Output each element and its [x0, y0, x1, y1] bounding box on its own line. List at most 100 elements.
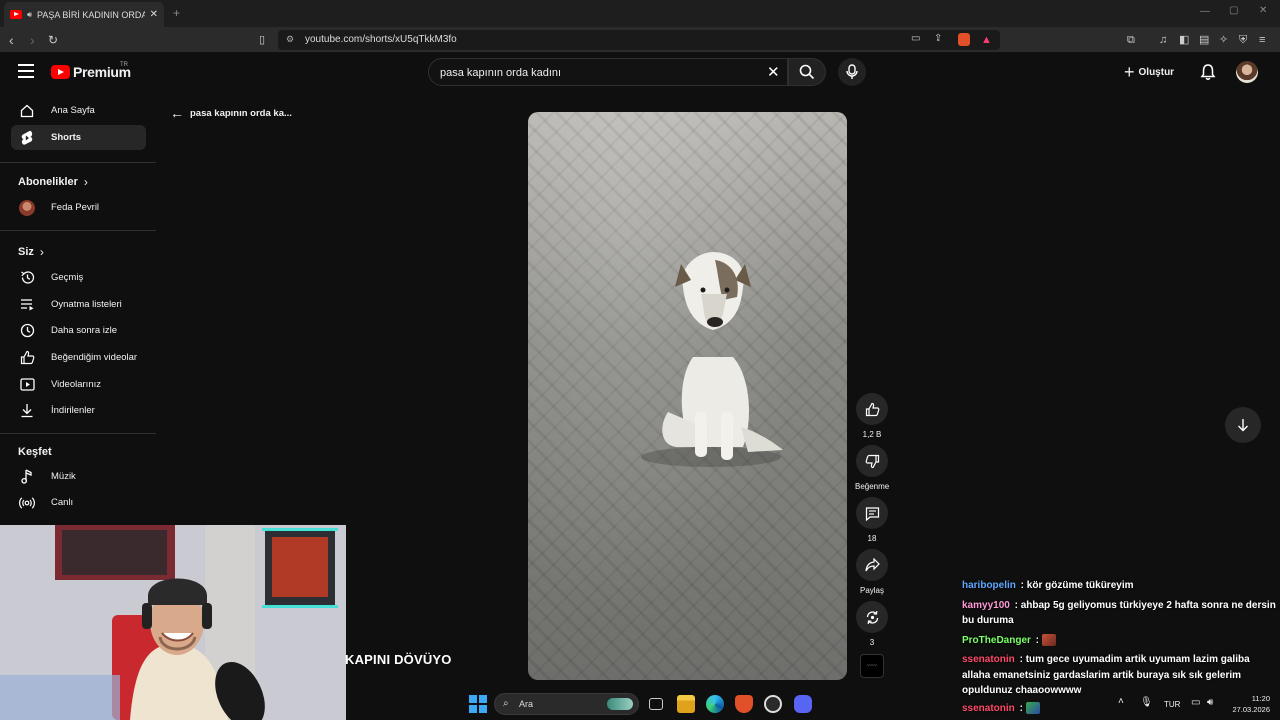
- close-window-icon[interactable]: ✕: [1259, 5, 1267, 16]
- sidebar-item-downloads[interactable]: İndirilenler: [11, 398, 146, 423]
- discord-icon[interactable]: [794, 695, 812, 713]
- back-to-search-link[interactable]: ← pasa kapının orda ka...: [170, 105, 292, 121]
- shorts-video-player[interactable]: [528, 112, 847, 680]
- leo-ai-icon[interactable]: ✧: [1219, 33, 1228, 47]
- dislike-action[interactable]: Beğenme: [855, 445, 889, 491]
- url-text: youtube.com/shorts/xU5qTkkM3fo: [305, 34, 457, 45]
- site-info-icon[interactable]: ⚙︎: [286, 34, 294, 45]
- remix-icon: [866, 610, 878, 624]
- file-explorer-icon[interactable]: [677, 695, 695, 713]
- thumbs-down-icon: [865, 454, 879, 468]
- clear-search-icon[interactable]: ✕: [767, 63, 780, 81]
- search-button[interactable]: [788, 58, 826, 86]
- brave-shield-icon[interactable]: [958, 33, 970, 46]
- new-tab-icon[interactable]: +: [173, 6, 180, 20]
- sidebar-item-liked-videos[interactable]: Beğendiğim videolar: [11, 345, 146, 370]
- explore-heading-label: Keşfet: [18, 446, 52, 458]
- chat-message: ssenatonin : tum gece uyumadim artik uyu…: [962, 654, 1250, 696]
- volume-icon[interactable]: 🔊︎: [1207, 697, 1213, 708]
- taskbar-clock[interactable]: 11:20 27.03.2026: [1226, 693, 1270, 715]
- taskbar-search-input[interactable]: ⌕ Ara: [494, 693, 639, 715]
- you-heading-label: Siz: [18, 246, 34, 258]
- close-tab-icon[interactable]: ✕: [150, 9, 158, 20]
- tab-title: PAŞA BİRİ KADININ ORDA KA: [37, 9, 145, 20]
- youtube-favicon-icon: [10, 10, 22, 19]
- windows-start-icon[interactable]: [469, 695, 487, 713]
- like-action[interactable]: 1,2 B: [855, 393, 889, 439]
- network-icon[interactable]: ▭: [1191, 697, 1200, 708]
- webcam-feed-image: [0, 525, 346, 720]
- minimize-icon[interactable]: —: [1200, 6, 1210, 17]
- search-icon: ⌕: [503, 698, 509, 709]
- forward-nav-icon[interactable]: ›: [30, 31, 35, 49]
- like-button[interactable]: [856, 393, 888, 425]
- keyboard-language[interactable]: TUR: [1164, 700, 1180, 709]
- youtube-logo[interactable]: Premium: [51, 64, 131, 80]
- chevron-right-icon: ›: [83, 175, 88, 189]
- task-view-icon[interactable]: [649, 698, 663, 710]
- sidebar-item-label: Feda Pevril: [51, 202, 100, 213]
- vpn-shield-icon[interactable]: ⛨: [1239, 33, 1247, 47]
- subscriptions-heading[interactable]: Abonelikler ›: [18, 175, 88, 189]
- sidebar-toggle-icon[interactable]: ◧: [1179, 33, 1189, 47]
- remix-action[interactable]: 3: [855, 601, 889, 647]
- browser-menu-icon[interactable]: ≡: [1259, 33, 1265, 47]
- screenshot-icon[interactable]: ⧉: [1127, 33, 1135, 47]
- subscriptions-heading-label: Abonelikler: [18, 176, 78, 188]
- media-icon[interactable]: ♫: [1159, 33, 1167, 47]
- emote-icon: [1041, 633, 1056, 646]
- sidebar-item-home[interactable]: Ana Sayfa: [11, 98, 146, 123]
- create-button[interactable]: + Oluştur: [1124, 60, 1174, 84]
- voice-search-button[interactable]: [838, 58, 866, 86]
- brave-browser-icon[interactable]: [735, 695, 753, 713]
- user-avatar[interactable]: [1236, 61, 1258, 83]
- browser-tab[interactable]: 🔊︎ PAŞA BİRİ KADININ ORDA KA ✕: [4, 2, 164, 27]
- share-page-icon[interactable]: ⇪: [934, 33, 942, 44]
- sidebar-item-label: Videolarınız: [51, 379, 101, 390]
- share-button[interactable]: [856, 549, 888, 581]
- comments-action[interactable]: 18: [855, 497, 889, 543]
- cast-icon[interactable]: ▭: [911, 33, 920, 44]
- hamburger-menu-icon[interactable]: [18, 64, 34, 78]
- sidebar-item-history[interactable]: Geçmiş: [11, 265, 146, 290]
- comments-button[interactable]: [856, 497, 888, 529]
- sidebar-item-subscription[interactable]: Feda Pevril: [11, 195, 146, 220]
- share-action[interactable]: Paylaş: [855, 549, 889, 595]
- shorts-icon: [19, 130, 35, 146]
- sidebar-item-label: Oynatma listeleri: [51, 299, 122, 310]
- you-heading[interactable]: Siz ›: [18, 245, 44, 259]
- maximize-icon[interactable]: ▢: [1229, 5, 1238, 16]
- channel-avatar: [19, 199, 35, 216]
- bookmark-icon[interactable]: ▯: [259, 31, 265, 49]
- remix-button[interactable]: [856, 601, 888, 633]
- sound-thumbnail[interactable]: 〰〰: [860, 654, 884, 678]
- url-field[interactable]: ⚙︎ youtube.com/shorts/xU5qTkkM3fo ▭ ⇪: [278, 30, 1000, 50]
- chat-username: haribopelin: [962, 580, 1016, 591]
- search-input[interactable]: pasa kapının orda kadını ✕: [428, 58, 788, 86]
- edge-browser-icon[interactable]: [706, 695, 724, 713]
- chevron-up-icon[interactable]: ˄: [1118, 696, 1124, 707]
- playlist-icon: [19, 297, 35, 313]
- brave-rewards-icon[interactable]: ▲: [981, 33, 992, 47]
- chat-username: ssenatonin: [962, 702, 1015, 714]
- arrow-down-icon: [1238, 419, 1248, 432]
- clock-icon: [19, 323, 35, 339]
- wallet-icon[interactable]: ▤: [1199, 33, 1209, 47]
- sidebar-item-music[interactable]: Müzik: [11, 464, 146, 489]
- dislike-button[interactable]: [856, 445, 888, 477]
- thumbs-up-icon: [19, 350, 35, 366]
- chat-message: kamyy100 : ahbap 5g geliyomus türkiyeye …: [962, 599, 1276, 627]
- notifications-bell-icon[interactable]: [1199, 63, 1217, 81]
- sidebar-item-live[interactable]: Canlı: [11, 490, 146, 515]
- reload-icon[interactable]: ↻: [48, 31, 58, 49]
- sidebar-item-watch-later[interactable]: Daha sonra izle: [11, 318, 146, 343]
- back-nav-icon[interactable]: ‹: [9, 31, 14, 49]
- chat-username: ssenatonin: [962, 654, 1015, 665]
- obs-app-icon[interactable]: [764, 695, 782, 713]
- microphone-tray-icon[interactable]: 🎙︎: [1140, 697, 1153, 708]
- sidebar-item-your-videos[interactable]: Videolarınız: [11, 372, 146, 397]
- sidebar-item-shorts[interactable]: Shorts: [11, 125, 146, 150]
- sidebar-item-playlists[interactable]: Oynatma listeleri: [11, 292, 146, 317]
- next-video-button[interactable]: [1225, 407, 1261, 443]
- youtube-play-icon: [51, 65, 70, 79]
